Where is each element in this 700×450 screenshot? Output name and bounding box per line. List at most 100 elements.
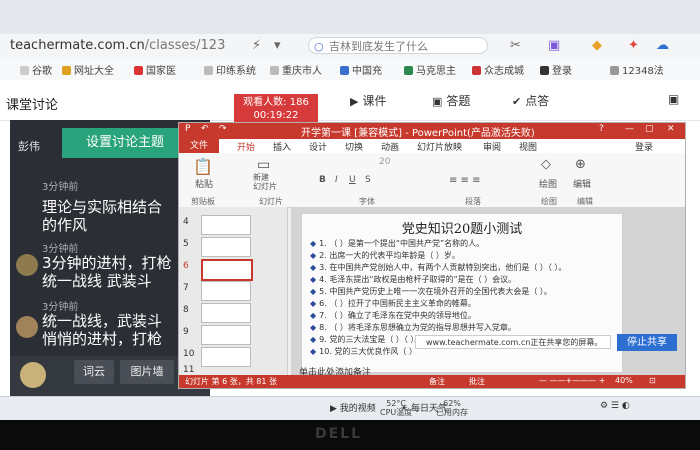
question-item: ◆ 8. （ ）将毛泽东思想确立为党的指导思想并写入党章。: [310, 323, 516, 332]
bookmark-item[interactable]: 印练系统: [204, 62, 256, 77]
font-size-field[interactable]: 20: [379, 157, 390, 167]
restore-icon[interactable]: ▢: [645, 124, 654, 134]
lightning-icon[interactable]: ⚡: [252, 38, 261, 53]
address-bar[interactable]: teachermate.com.cn/classes/123: [10, 38, 225, 53]
taskbar-item[interactable]: ▶ 我的视频: [330, 401, 376, 414]
wordcloud-button[interactable]: 词云: [74, 360, 114, 384]
message-text: 3分钟的进村，打枪: [42, 254, 172, 272]
italic-icon[interactable]: I: [335, 175, 338, 185]
chevron-down-icon[interactable]: ▾: [274, 38, 281, 53]
image-wall-button[interactable]: 图片墙: [120, 360, 174, 384]
tab-animations[interactable]: 动画: [381, 140, 399, 153]
slide-thumbnail[interactable]: [201, 237, 251, 257]
comments-button[interactable]: 批注: [469, 376, 485, 387]
strike-icon[interactable]: S: [365, 175, 371, 185]
bold-icon[interactable]: B: [319, 175, 326, 185]
tab-home[interactable]: 开始: [237, 140, 255, 153]
shapes-icon[interactable]: ◇: [541, 157, 551, 172]
set-topic-button[interactable]: 设置讨论主题: [62, 128, 188, 158]
check-circle-icon: ✔: [512, 95, 522, 108]
paste-button[interactable]: 粘贴: [195, 177, 213, 190]
bookmark-item[interactable]: 马克思主: [404, 62, 456, 77]
signin-link[interactable]: 登录: [635, 140, 653, 153]
bookmark-item[interactable]: 众志成城: [472, 62, 524, 77]
zoom-slider[interactable]: — ——+——— +: [539, 376, 606, 385]
page-title: 课堂讨论: [6, 98, 59, 113]
screen-share-notice: www.teachermate.com.cn正在共享您的屏幕。: [415, 335, 611, 349]
avatar: [16, 254, 38, 276]
ribbon-group-label: 编辑: [577, 197, 593, 206]
slide-thumbnail-selected[interactable]: [201, 259, 253, 281]
ppt-statusbar: 幻灯片 第 6 张，共 81 张 备注 批注 — ——+——— + 40% ⊡: [179, 375, 685, 388]
bookmark-item[interactable]: 12348法: [610, 62, 664, 77]
slide-thumbnail[interactable]: [201, 303, 251, 323]
slide-thumbnail[interactable]: [201, 325, 251, 345]
game-icon[interactable]: ✦: [628, 38, 639, 53]
bookmark-item[interactable]: 谷歌: [20, 62, 52, 77]
notes-button[interactable]: 备注: [429, 376, 445, 387]
tab-slideshow[interactable]: 幻灯片放映: [417, 140, 462, 153]
underline-icon[interactable]: U: [349, 175, 356, 185]
live-timer: 00:19:22: [253, 110, 299, 121]
url-path: /classes/123: [144, 38, 226, 53]
question-item: ◆ 10. 党的三大优良作风（ ）: [310, 347, 417, 356]
ribbon-group-label: 字体: [359, 197, 375, 206]
help-icon[interactable]: ?: [599, 124, 604, 134]
question-item: ◆ 7. （ ）确立了毛泽东在党中央的领导地位。: [310, 311, 476, 320]
tab-rollcall[interactable]: ✔ 点答: [512, 92, 549, 109]
paste-icon: 📋: [193, 157, 213, 176]
new-slide-button[interactable]: 新建 幻灯片: [253, 173, 277, 191]
redo-icon[interactable]: ↷: [219, 124, 227, 134]
tab-answer[interactable]: ▣ 答题: [432, 92, 470, 109]
ribbon-group-label: 绘图: [541, 197, 557, 206]
more-icon[interactable]: ▣: [668, 92, 679, 106]
tab-insert[interactable]: 插入: [273, 140, 291, 153]
monitor-bezel: DELL: [0, 420, 700, 450]
minimize-icon[interactable]: —: [625, 124, 634, 134]
bookmark-item[interactable]: 国家医: [134, 62, 176, 77]
search-input[interactable]: ○ 吉林到底发生了什么: [308, 37, 488, 54]
tab-design[interactable]: 设计: [309, 140, 327, 153]
drawing-button[interactable]: 绘图: [539, 177, 557, 190]
question-item: ◆ 1. （ ）是第一个提出“中国共产党”名称的人。: [310, 239, 485, 248]
editing-button[interactable]: 编辑: [573, 177, 591, 190]
slide-thumbnail[interactable]: [201, 281, 251, 301]
fit-icon[interactable]: ⊡: [649, 376, 656, 385]
close-icon[interactable]: ✕: [667, 124, 675, 134]
bookmark-item[interactable]: 网址大全: [62, 62, 114, 77]
new-slide-icon: ▭: [257, 157, 271, 173]
slide-thumbnail[interactable]: [201, 215, 251, 235]
taskbar: ▶ 我的视频 ☀ 每日天气 52°C CPU温度 62% 已用内存 ⚙ ☰ ◐: [0, 396, 700, 420]
bookmark-item[interactable]: 登录: [540, 62, 572, 77]
slide-counter: 幻灯片 第 6 张，共 81 张: [185, 377, 277, 386]
search-icon: ○: [314, 40, 324, 53]
undo-icon[interactable]: ↶: [201, 124, 209, 134]
cloud-icon[interactable]: ☁: [656, 38, 669, 53]
bookmarks-bar: 谷歌 网址大全 国家医 印练系统 重庆市人 中国充 马克思主 众志成城 登录 1…: [0, 58, 700, 81]
question-item: ◆ 6. （ ）拉开了中国新民主主义革命的帷幕。: [310, 299, 476, 308]
align-icon[interactable]: ≡ ≡ ≡: [449, 175, 481, 186]
message-text: 悄悄的进村，打枪: [42, 330, 163, 348]
scissors-icon[interactable]: ✂: [510, 38, 521, 53]
page-icon: [610, 66, 619, 75]
memory-usage: 62% 已用内存: [436, 399, 468, 417]
slide-thumbnail[interactable]: [201, 347, 251, 367]
zoom-level: 40%: [615, 376, 633, 385]
viewer-count-badge: 观看人数: 186 00:19:22: [234, 94, 318, 124]
tray-icon[interactable]: ⚙ ☰ ◐: [600, 401, 630, 411]
stop-share-button[interactable]: 停止共享: [617, 334, 677, 351]
message-text: 的作风: [42, 216, 88, 234]
extension-icon[interactable]: ▣: [548, 38, 560, 53]
tab-courseware[interactable]: ▶ 课件: [350, 92, 386, 109]
message-text: 统一战线，武装斗: [42, 312, 163, 330]
message-time: 3分钟前: [42, 182, 79, 193]
tab-view[interactable]: 视图: [519, 140, 537, 153]
shield-icon[interactable]: ◆: [592, 38, 602, 53]
binoculars-icon[interactable]: ⊕: [575, 157, 586, 172]
ribbon-group-label: 段落: [465, 197, 481, 206]
bookmark-item[interactable]: 重庆市人: [270, 62, 322, 77]
tab-review[interactable]: 审阅: [483, 140, 501, 153]
tab-file[interactable]: 文件: [179, 139, 219, 153]
tab-transitions[interactable]: 切换: [345, 140, 363, 153]
bookmark-item[interactable]: 中国充: [340, 62, 382, 77]
